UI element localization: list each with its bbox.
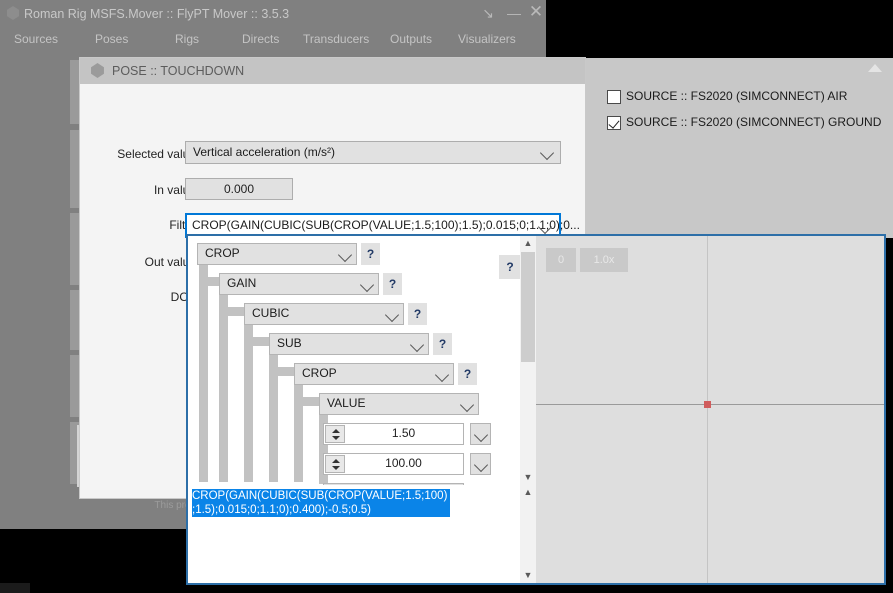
- selected-value-select[interactable]: Vertical acceleration (m/s²): [185, 141, 561, 164]
- scrollbar-thumb[interactable]: [521, 252, 535, 362]
- tree-node-select-2[interactable]: CUBIC: [244, 303, 404, 325]
- tree-connector: [269, 367, 294, 376]
- chevron-down-icon: [434, 367, 450, 383]
- check-icon: [608, 117, 620, 129]
- filter-editor-popup: CROP ? GAIN ? CUBIC ? SUB ? CROP ? VALUE: [186, 234, 886, 585]
- help-button-4[interactable]: ?: [458, 363, 477, 385]
- chevron-down-icon: [473, 457, 489, 473]
- tree-connector: [199, 277, 219, 286]
- mover-logo-icon: [91, 63, 104, 78]
- tree-connector: [244, 337, 269, 346]
- pose-dialog-title: POSE :: TOUCHDOWN: [112, 64, 245, 78]
- tree-node-label: SUB: [277, 336, 302, 350]
- tree-node-select-4[interactable]: CROP: [294, 363, 454, 385]
- filter-label: Filter: [169, 218, 196, 232]
- tree-connector: [294, 397, 319, 406]
- selected-value-text: Vertical acceleration (m/s²): [193, 145, 336, 159]
- chevron-down-icon: [539, 145, 555, 161]
- in-value-label: In value: [153, 183, 196, 197]
- help-button-root[interactable]: ?: [499, 255, 521, 279]
- chevron-down-icon: [459, 397, 475, 413]
- graph-badge-left[interactable]: 0: [546, 248, 576, 272]
- tree-connector: [219, 291, 228, 482]
- help-button-2[interactable]: ?: [408, 303, 427, 325]
- help-button-0[interactable]: ?: [361, 243, 380, 265]
- close-button[interactable]: ✕: [525, 2, 547, 24]
- graph-origin-marker: [704, 401, 711, 408]
- spinner-field-1[interactable]: 100.00: [323, 453, 464, 475]
- chevron-down-icon[interactable]: ▼: [520, 568, 536, 583]
- tab-outputs[interactable]: Outputs: [390, 32, 432, 46]
- spinner-field-0[interactable]: 1.50: [323, 423, 464, 445]
- checkbox-box[interactable]: [607, 90, 621, 104]
- formula-text: CROP(GAIN(CUBIC(SUB(CROP(VALUE;1.5;100);…: [192, 489, 450, 517]
- help-button-3[interactable]: ?: [433, 333, 452, 355]
- main-tabbar: Sources Poses Rigs Directs Transducers Output…: [0, 32, 546, 60]
- spinner-dropdown-0[interactable]: [470, 423, 491, 445]
- chevron-down-icon: [359, 277, 375, 293]
- chevron-down-icon: [409, 337, 425, 353]
- source-panel: SOURCE :: FS2020 (SIMCONNECT) AIR SOURCE…: [585, 58, 893, 238]
- checkbox-label: SOURCE :: FS2020 (SIMCONNECT) GROUND: [626, 115, 882, 129]
- minimize-button[interactable]: —: [503, 2, 525, 24]
- mover-logo-icon: [6, 6, 20, 20]
- spinner-arrows-icon[interactable]: [325, 425, 345, 443]
- graph-badge-zoom[interactable]: 1.0x: [580, 248, 628, 272]
- selected-value-label: Selected value: [117, 147, 196, 161]
- help-button-1[interactable]: ?: [383, 273, 402, 295]
- chevron-up-icon[interactable]: ▲: [520, 485, 536, 500]
- tree-node-label: CROP: [205, 246, 240, 260]
- tree-node-select-5[interactable]: VALUE: [319, 393, 479, 415]
- tree-node-select-3[interactable]: SUB: [269, 333, 429, 355]
- spinner-dropdown-1[interactable]: [470, 453, 491, 475]
- tab-visualizers[interactable]: Visualizers: [458, 32, 516, 46]
- tab-directs[interactable]: Directs: [242, 32, 279, 46]
- tree-node-select-1[interactable]: GAIN: [219, 273, 379, 295]
- checkbox-label: SOURCE :: FS2020 (SIMCONNECT) AIR: [626, 89, 848, 103]
- caret-up-icon[interactable]: [868, 64, 882, 72]
- spinner-value: 1.50: [391, 426, 416, 440]
- formula-scrollbar[interactable]: ▲ ▼: [520, 485, 536, 583]
- formula-textarea[interactable]: CROP(GAIN(CUBIC(SUB(CROP(VALUE;1.5;100);…: [188, 485, 536, 583]
- tab-rigs[interactable]: Rigs: [175, 32, 199, 46]
- tree-connector: [199, 261, 208, 482]
- filter-graph-pane: 0 1.0x: [536, 236, 884, 583]
- tree-node-label: VALUE: [327, 396, 366, 410]
- tree-node-label: CUBIC: [252, 306, 290, 320]
- chevron-down-icon: [537, 219, 553, 235]
- spinner-value: 100.00: [385, 456, 422, 470]
- tree-node-select-0[interactable]: CROP: [197, 243, 357, 265]
- in-value-text: 0.000: [223, 182, 255, 196]
- restore-down-button[interactable]: ↘: [477, 2, 499, 24]
- chevron-down-icon[interactable]: ▼: [520, 470, 536, 485]
- chevron-down-icon: [384, 307, 400, 323]
- main-window-title: Roman Rig MSFS.Mover :: FlyPT Mover :: 3…: [24, 7, 290, 21]
- in-value-field[interactable]: 0.000: [185, 178, 293, 200]
- tree-scrollbar[interactable]: ▲ ▼: [520, 236, 536, 485]
- chevron-down-icon: [473, 427, 489, 443]
- main-titlebar: Roman Rig MSFS.Mover :: FlyPT Mover :: 3…: [0, 0, 546, 29]
- filter-tree-pane: CROP ? GAIN ? CUBIC ? SUB ? CROP ? VALUE: [188, 236, 536, 485]
- graph-axis-vertical: [707, 236, 708, 583]
- dof-label: DOF: [170, 290, 196, 304]
- tab-transducers[interactable]: Transducers: [303, 32, 369, 46]
- tab-sources[interactable]: Sources: [14, 32, 58, 46]
- chevron-down-icon: [337, 247, 353, 263]
- tree-node-label: GAIN: [227, 276, 257, 290]
- checkbox-box[interactable]: [607, 116, 621, 130]
- tree-node-label: CROP: [302, 366, 337, 380]
- filter-text: CROP(GAIN(CUBIC(SUB(CROP(VALUE;1.5;100);…: [192, 218, 580, 232]
- pose-dialog-titlebar[interactable]: POSE :: TOUCHDOWN: [80, 58, 585, 84]
- taskbar-nub: [0, 583, 30, 593]
- spinner-arrows-icon[interactable]: [325, 455, 345, 473]
- tree-connector: [219, 307, 244, 316]
- out-value-label: Out value: [144, 255, 196, 269]
- tab-poses[interactable]: Poses: [95, 32, 128, 46]
- chevron-up-icon[interactable]: ▲: [520, 236, 536, 251]
